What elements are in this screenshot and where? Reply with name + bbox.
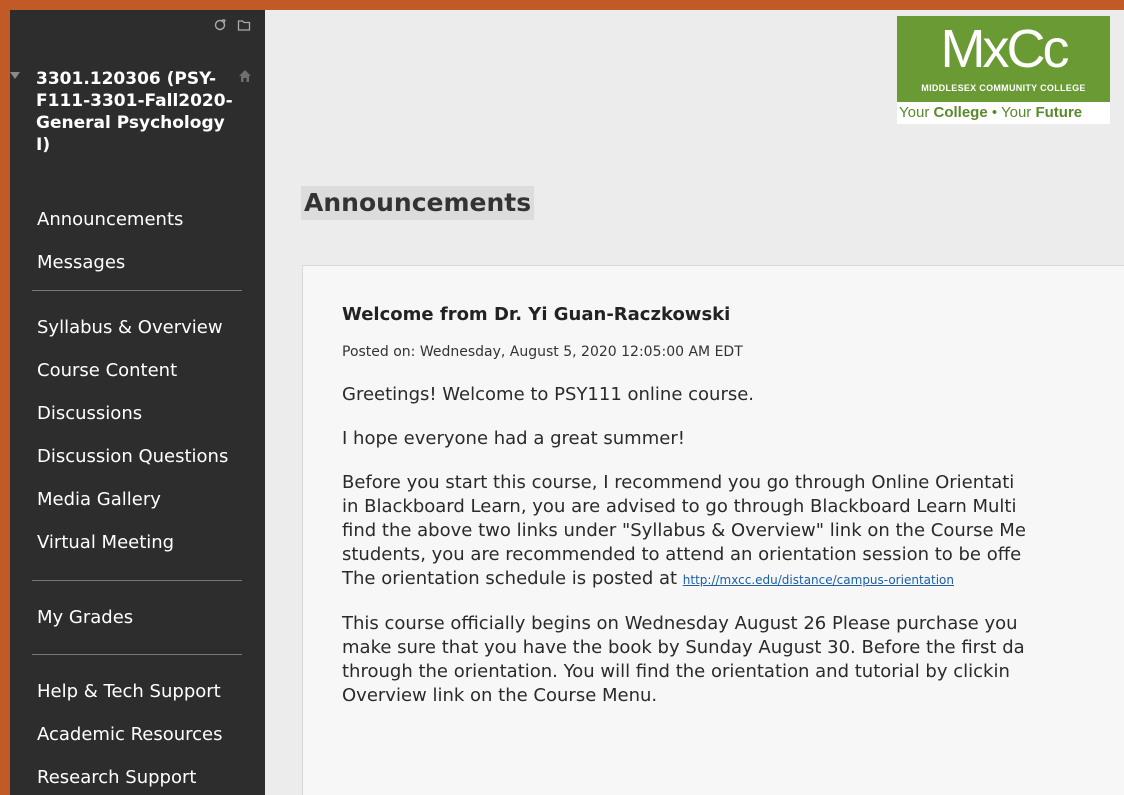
course-title[interactable]: 3301.120306 (PSY-F111-3301-Fall2020-Gene… bbox=[36, 68, 237, 156]
window-top-border bbox=[0, 0, 1124, 10]
announcement-panel: Welcome from Dr. Yi Guan-Raczkowski Post… bbox=[302, 265, 1124, 795]
menu-item-help-tech-support[interactable]: Help & Tech Support bbox=[37, 670, 252, 713]
menu-item-virtual-meeting[interactable]: Virtual Meeting bbox=[37, 521, 252, 564]
menu-group-support: Help & Tech Support Academic Resources R… bbox=[37, 670, 252, 795]
menu-divider bbox=[32, 290, 242, 291]
logo-mark: MxCc bbox=[940, 19, 1070, 79]
menu-item-academic-resources[interactable]: Academic Resources bbox=[37, 713, 252, 756]
content-area: MxCc MIDDLESEX COMMUNITY COLLEGE Your Co… bbox=[265, 10, 1124, 795]
announcement-paragraph: Greetings! Welcome to PSY111 online cour… bbox=[342, 384, 755, 405]
menu-item-course-content[interactable]: Course Content bbox=[37, 349, 252, 392]
menu-item-media-gallery[interactable]: Media Gallery bbox=[37, 478, 252, 521]
caret-down-icon[interactable] bbox=[10, 72, 20, 79]
announcement-body: Greetings! Welcome to PSY111 online cour… bbox=[342, 383, 1124, 728]
orientation-schedule-link[interactable]: http://mxcc.edu/distance/campus-orientat… bbox=[683, 573, 954, 587]
course-menu: 3301.120306 (PSY-F111-3301-Fall2020-Gene… bbox=[10, 10, 265, 795]
menu-item-messages[interactable]: Messages bbox=[37, 241, 252, 284]
folder-icon[interactable] bbox=[237, 18, 251, 32]
announcement-posted-date: Posted on: Wednesday, August 5, 2020 12:… bbox=[342, 344, 743, 360]
college-logo: MxCc MIDDLESEX COMMUNITY COLLEGE Your Co… bbox=[897, 16, 1110, 131]
refresh-icon[interactable] bbox=[213, 18, 227, 32]
course-title-row: 3301.120306 (PSY-F111-3301-Fall2020-Gene… bbox=[10, 68, 265, 156]
announcement-title: Welcome from Dr. Yi Guan-Raczkowski bbox=[342, 304, 731, 325]
menu-divider bbox=[32, 580, 242, 581]
home-icon[interactable] bbox=[237, 68, 253, 84]
logo-college-name: MIDDLESEX COMMUNITY COLLEGE bbox=[921, 83, 1086, 93]
logo-tagline: Your College • Your Future bbox=[897, 102, 1110, 124]
page-title: Announcements bbox=[301, 186, 535, 220]
announcement-paragraph: Before you start this course, I recommen… bbox=[342, 472, 1026, 589]
window-left-border bbox=[0, 0, 10, 795]
announcement-paragraph: This course officially begins on Wednesd… bbox=[342, 613, 1025, 706]
logo-mark-box: MxCc MIDDLESEX COMMUNITY COLLEGE bbox=[897, 16, 1110, 102]
menu-group-grades: My Grades bbox=[37, 596, 252, 639]
menu-item-discussions[interactable]: Discussions bbox=[37, 392, 252, 435]
menu-item-discussion-questions[interactable]: Discussion Questions bbox=[37, 435, 252, 478]
menu-item-my-grades[interactable]: My Grades bbox=[37, 596, 252, 639]
menu-divider bbox=[32, 654, 242, 655]
menu-group-main: Announcements Messages bbox=[37, 198, 252, 284]
menu-group-content: Syllabus & Overview Course Content Discu… bbox=[37, 306, 252, 564]
course-menu-tools bbox=[213, 18, 251, 32]
announcement-paragraph: I hope everyone had a great summer! bbox=[342, 428, 685, 449]
menu-item-syllabus-overview[interactable]: Syllabus & Overview bbox=[37, 306, 252, 349]
menu-item-announcements[interactable]: Announcements bbox=[37, 198, 252, 241]
menu-item-research-support[interactable]: Research Support bbox=[37, 756, 252, 795]
